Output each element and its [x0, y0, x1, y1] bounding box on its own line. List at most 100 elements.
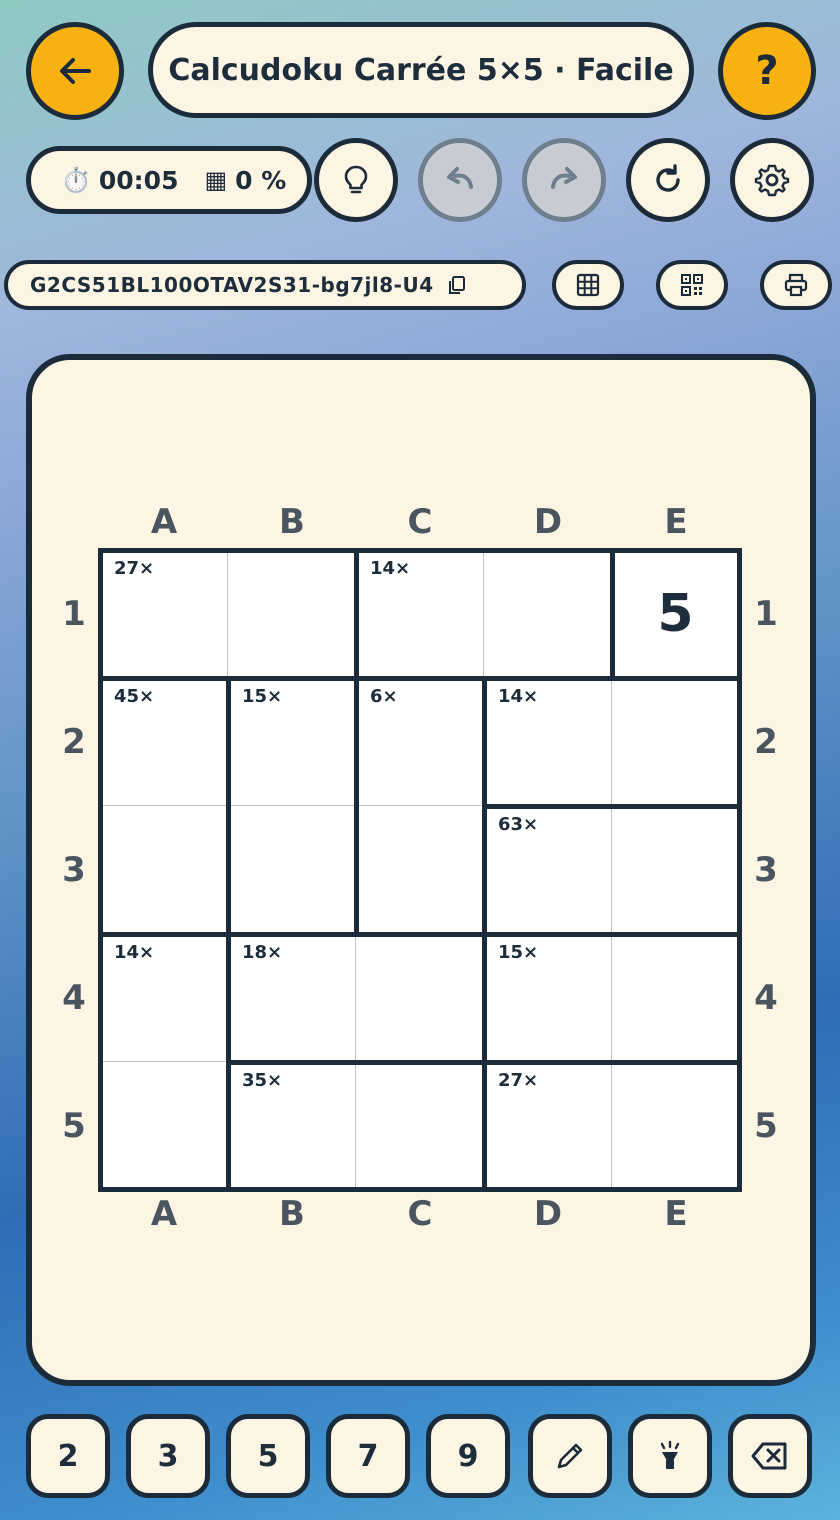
cage-wall — [482, 1060, 487, 1192]
cage-label: 45× — [114, 686, 155, 707]
grid-cell[interactable]: 63× — [484, 806, 612, 934]
restart-button[interactable] — [626, 138, 710, 222]
cage-wall — [226, 1060, 358, 1065]
grid-cell[interactable] — [612, 1062, 740, 1190]
grid-cell[interactable] — [356, 934, 484, 1062]
grid-cell[interactable] — [228, 550, 356, 678]
cage-wall — [98, 1187, 742, 1192]
gear-icon — [754, 164, 790, 197]
cage-wall — [354, 548, 359, 680]
column-label-bottom: A — [150, 1194, 178, 1234]
help-button[interactable]: ? — [718, 22, 816, 120]
grid-cell[interactable]: 14× — [484, 678, 612, 806]
grid-cell[interactable]: 45× — [100, 678, 228, 806]
grid-cell[interactable]: 6× — [356, 678, 484, 806]
cage-wall — [226, 1060, 231, 1192]
qr-code-icon — [681, 274, 703, 296]
cage-wall — [98, 932, 230, 937]
cage-wall — [226, 804, 231, 936]
cage-label: 27× — [114, 558, 155, 579]
grid-cell[interactable]: 15× — [484, 934, 612, 1062]
back-button[interactable] — [26, 22, 124, 120]
row-label-left: 1 — [62, 594, 86, 634]
puzzle-code[interactable]: G2CS51BL100OTAV2S31-bg7jl8-U4 — [4, 260, 526, 310]
undo-button[interactable] — [418, 138, 502, 222]
cage-wall — [354, 676, 486, 681]
question-icon: ? — [755, 48, 779, 94]
cage-wall — [610, 548, 615, 680]
row-label-right: 2 — [754, 722, 778, 762]
grid-progress-icon: ▦ — [204, 166, 228, 194]
row-label-right: 5 — [754, 1106, 778, 1146]
cage-wall — [226, 676, 358, 681]
grid-cell[interactable]: 15× — [228, 678, 356, 806]
grid-cell[interactable] — [356, 1062, 484, 1190]
copy-icon[interactable] — [446, 274, 468, 296]
cage-label: 6× — [370, 686, 398, 707]
cage-label: 14× — [114, 942, 155, 963]
grid-icon — [576, 273, 600, 297]
progress-value: 0 % — [235, 165, 287, 195]
cage-label: 14× — [370, 558, 411, 579]
arrow-left-icon — [60, 58, 91, 84]
grid-cell[interactable] — [100, 806, 228, 934]
grid-cell[interactable] — [100, 1062, 228, 1190]
number-key-3[interactable]: 3 — [126, 1414, 210, 1498]
cage-label: 18× — [242, 942, 283, 963]
cage-wall — [482, 932, 614, 937]
number-key-5[interactable]: 5 — [226, 1414, 310, 1498]
cage-wall — [482, 1060, 614, 1065]
stats-panel: ⏱️ 00:05 ▦ 0 % — [26, 146, 312, 214]
cage-wall — [610, 804, 742, 809]
pencil-mode-button[interactable] — [528, 1414, 612, 1498]
highlight-button[interactable] — [628, 1414, 712, 1498]
cage-wall — [610, 676, 742, 681]
cage-wall — [482, 676, 487, 808]
grid-cell[interactable] — [612, 806, 740, 934]
undo-icon — [447, 167, 473, 189]
row-label-right: 3 — [754, 850, 778, 890]
number-key-9[interactable]: 9 — [426, 1414, 510, 1498]
redo-icon — [551, 167, 577, 189]
grid-cell[interactable] — [228, 806, 356, 934]
print-button[interactable] — [760, 260, 832, 310]
row-label-right: 1 — [754, 594, 778, 634]
cage-label: 63× — [498, 814, 539, 835]
grid-cell[interactable]: 14× — [100, 934, 228, 1062]
column-label-bottom: E — [664, 1194, 688, 1234]
puzzle-grid: 27× 14× 5 45× 15× 6× 14× 63× 14× 18× 15× 35× 27× — [98, 548, 742, 1192]
grid-cell[interactable] — [612, 678, 740, 806]
column-label-bottom: D — [533, 1194, 563, 1234]
cage-wall — [226, 676, 231, 808]
grid-cell[interactable]: 35× — [228, 1062, 356, 1190]
number-key-2[interactable]: 2 — [26, 1414, 110, 1498]
row-label-left: 5 — [62, 1106, 86, 1146]
grid-cell[interactable]: 5 — [612, 550, 740, 678]
row-label-right: 4 — [754, 978, 778, 1018]
grid-cell[interactable]: 27× — [484, 1062, 612, 1190]
column-label-top: B — [279, 502, 305, 542]
settings-button[interactable] — [730, 138, 814, 222]
column-label-top: E — [664, 502, 688, 542]
column-label-top: D — [533, 502, 563, 542]
erase-button[interactable] — [728, 1414, 812, 1498]
cage-wall — [98, 676, 230, 681]
redo-button[interactable] — [522, 138, 606, 222]
cage-wall — [482, 804, 614, 809]
grid-cell[interactable]: 27× — [100, 550, 228, 678]
number-key-7[interactable]: 7 — [326, 1414, 410, 1498]
grid-cell[interactable]: 14× — [356, 550, 484, 678]
row-label-left: 2 — [62, 722, 86, 762]
cage-wall — [354, 676, 359, 808]
grid-cell[interactable]: 18× — [228, 934, 356, 1062]
grid-cell[interactable] — [356, 806, 484, 934]
cage-label: 15× — [498, 942, 539, 963]
cage-wall — [610, 1060, 742, 1065]
qr-code-button[interactable] — [656, 260, 728, 310]
timer-value: 00:05 — [98, 165, 179, 195]
hint-button[interactable] — [314, 138, 398, 222]
grid-cell[interactable] — [612, 934, 740, 1062]
cage-wall — [610, 932, 742, 937]
grid-cell[interactable] — [484, 550, 612, 678]
grid-view-button[interactable] — [552, 260, 624, 310]
